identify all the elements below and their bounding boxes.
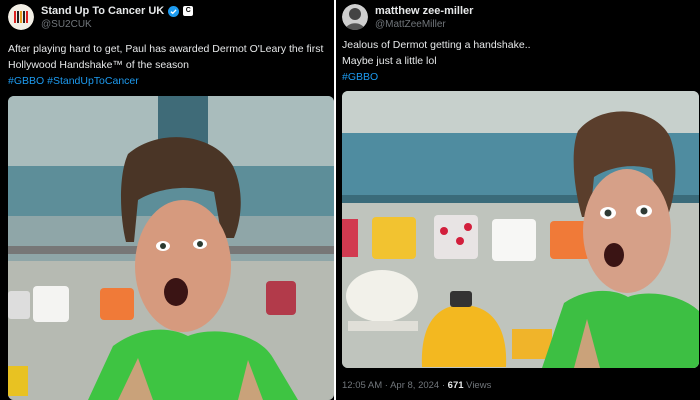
tweet-line-2: Maybe just a little lol — [342, 55, 437, 67]
handle[interactable]: @SU2CUK — [41, 18, 193, 32]
tweet-text: Jealous of Dermot getting a handshake.. … — [342, 37, 692, 85]
tweet-meta: 12:05 AM · Apr 8, 2024 · 671 Views — [342, 380, 492, 391]
tweet-header: Stand Up To Cancer UK C @SU2CUK — [8, 4, 194, 32]
hashtag-gbbo[interactable]: #GBBO — [342, 71, 378, 83]
views-label: Views — [466, 380, 492, 391]
tweet-text: After playing hard to get, Paul has awar… — [8, 41, 328, 89]
hashtag-standuptocancer[interactable]: #StandUpToCancer — [47, 75, 139, 87]
tweet-photo[interactable] — [8, 96, 334, 400]
avatar[interactable] — [342, 4, 368, 30]
screenshot: Stand Up To Cancer UK C @SU2CUK After pl… — [0, 0, 700, 400]
handle[interactable]: @MattZeeMiller — [375, 18, 473, 32]
tweet-photo[interactable] — [342, 91, 699, 368]
tweet-date[interactable]: Apr 8, 2024 — [390, 380, 439, 391]
display-name[interactable]: matthew zee-miller — [375, 4, 473, 18]
tweet-header: matthew zee-miller @MattZeeMiller — [342, 4, 473, 32]
display-name[interactable]: Stand Up To Cancer UK — [41, 4, 164, 18]
tweet-body: After playing hard to get, Paul has awar… — [8, 43, 324, 71]
hashtag-gbbo[interactable]: #GBBO — [8, 75, 44, 87]
tweet-line-1: Jealous of Dermot getting a handshake.. — [342, 39, 531, 51]
right-tweet: matthew zee-miller @MattZeeMiller Jealou… — [336, 0, 700, 400]
verified-badge-icon — [168, 5, 180, 17]
left-tweet: Stand Up To Cancer UK C @SU2CUK After pl… — [0, 0, 334, 400]
avatar[interactable] — [8, 4, 34, 30]
tweet-time[interactable]: 12:05 AM — [342, 380, 382, 391]
affiliate-badge-icon: C — [183, 6, 194, 16]
views-count: 671 — [447, 380, 464, 391]
